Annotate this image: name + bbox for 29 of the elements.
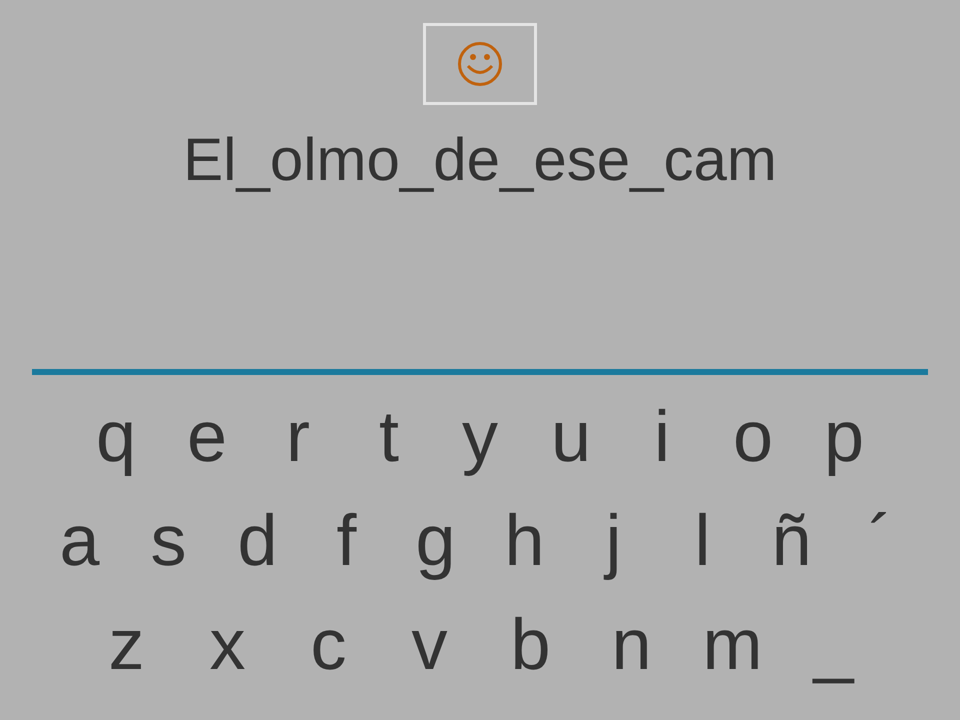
letter-key[interactable]: i bbox=[616, 385, 708, 489]
letter-key[interactable]: f bbox=[302, 489, 391, 593]
letter-key[interactable]: z bbox=[76, 593, 177, 697]
letter-key[interactable]: _ bbox=[783, 593, 884, 697]
letter-key[interactable]: t bbox=[344, 385, 434, 489]
letter-key[interactable]: l bbox=[658, 489, 747, 593]
letter-key[interactable]: h bbox=[480, 489, 569, 593]
phrase-text: El_olmo_de_ese_cam bbox=[183, 125, 777, 195]
smiley-icon bbox=[457, 41, 503, 87]
letter-key[interactable]: u bbox=[526, 385, 616, 489]
letter-key[interactable]: j bbox=[569, 489, 658, 593]
letter-key[interactable]: n bbox=[581, 593, 682, 697]
letter-key[interactable]: r bbox=[252, 385, 344, 489]
letter-key[interactable]: e bbox=[162, 385, 252, 489]
letter-key[interactable]: d bbox=[213, 489, 302, 593]
letter-key[interactable]: x bbox=[177, 593, 278, 697]
letter-key[interactable]: p bbox=[798, 385, 890, 489]
letter-key[interactable]: s bbox=[124, 489, 213, 593]
letter-key[interactable]: m bbox=[682, 593, 783, 697]
letter-key[interactable]: g bbox=[391, 489, 480, 593]
letter-key[interactable]: ´ bbox=[836, 489, 925, 593]
letter-key[interactable]: q bbox=[70, 385, 162, 489]
letter-key[interactable]: ñ bbox=[747, 489, 836, 593]
letter-key[interactable]: y bbox=[434, 385, 526, 489]
letter-key[interactable]: b bbox=[480, 593, 581, 697]
letter-key[interactable]: a bbox=[35, 489, 124, 593]
letter-key[interactable]: o bbox=[708, 385, 798, 489]
letter-key[interactable]: c bbox=[278, 593, 379, 697]
letter-key[interactable]: v bbox=[379, 593, 480, 697]
